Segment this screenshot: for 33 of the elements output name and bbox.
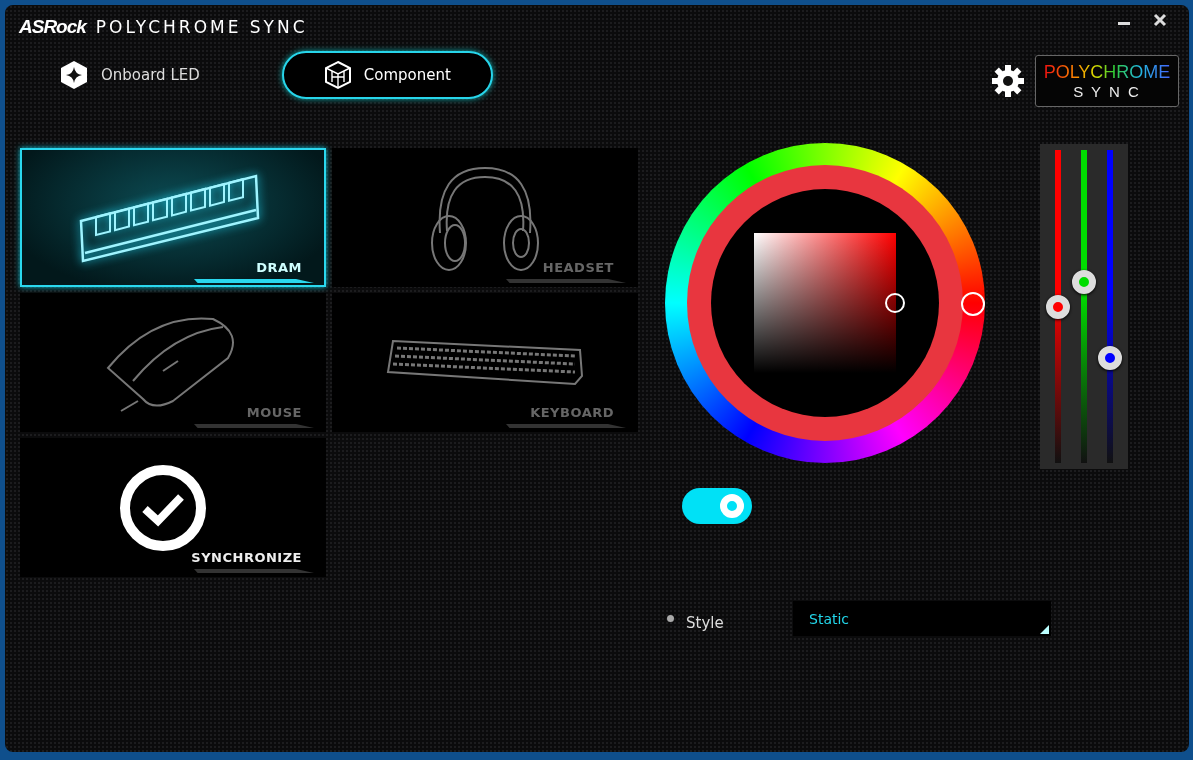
saturation-square[interactable] <box>754 233 896 373</box>
close-icon[interactable] <box>1153 13 1167 27</box>
slider-thumb[interactable] <box>1098 345 1122 370</box>
hue-handle[interactable] <box>961 292 985 316</box>
color-picker-handle[interactable] <box>885 293 905 313</box>
slider-thumb[interactable] <box>1072 270 1096 295</box>
style-dropdown[interactable]: Static <box>793 601 1051 636</box>
logo-text: S Y N C <box>1073 83 1141 100</box>
tile-label: DRAM <box>256 260 302 275</box>
cube-icon <box>323 60 352 90</box>
component-tile[interactable]: DRAM <box>20 148 326 287</box>
slider-thumb[interactable] <box>1046 294 1070 319</box>
tab[interactable]: Component <box>281 51 493 99</box>
tile-label: KEYBOARD <box>530 405 614 420</box>
tab[interactable]: Onboard LED <box>45 51 242 99</box>
component-tile[interactable]: MOUSE <box>20 293 326 432</box>
check-circle-icon <box>118 462 208 553</box>
star-badge-icon <box>59 60 89 90</box>
toggle-switch[interactable] <box>682 488 752 524</box>
hue-ring[interactable] <box>665 143 985 463</box>
bullet-icon <box>667 615 674 622</box>
tile-label: SYNCHRONIZE <box>191 550 302 565</box>
keyboard-icon <box>385 337 585 388</box>
dropdown-corner-icon <box>1040 625 1049 634</box>
component-tile[interactable]: SYNCHRONIZE <box>20 438 326 577</box>
settings-icon[interactable] <box>991 64 1025 98</box>
tile-label: MOUSE <box>246 405 302 420</box>
tile-label: HEADSET <box>542 260 614 275</box>
component-tile[interactable]: HEADSET <box>332 148 638 287</box>
app-title: POLYCHROME SYNC <box>95 17 308 37</box>
component-tile[interactable]: KEYBOARD <box>332 293 638 432</box>
brand-logo: ASRock <box>19 16 86 38</box>
style-label: Style <box>686 613 725 632</box>
